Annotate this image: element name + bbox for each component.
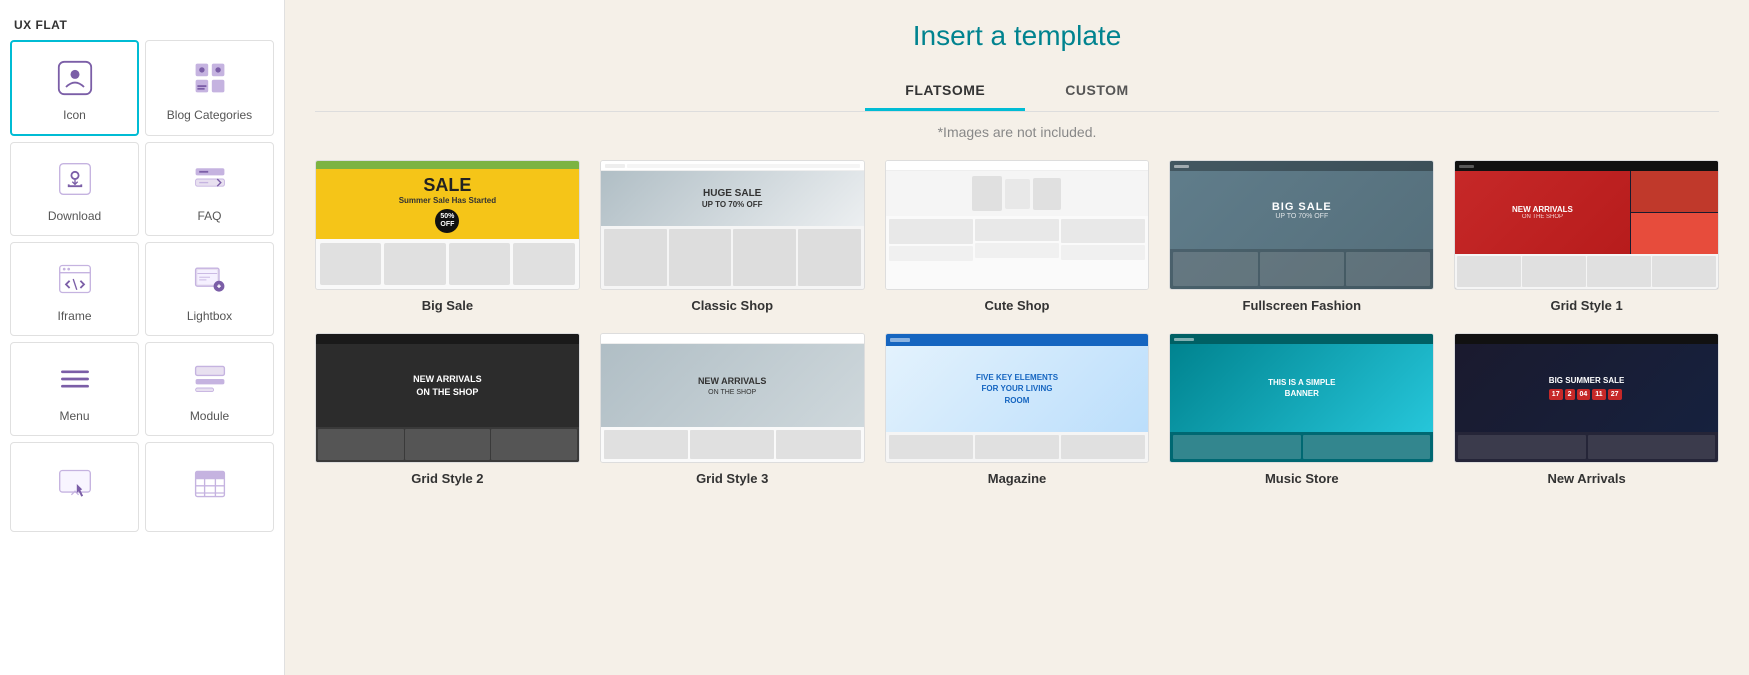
sidebar-item-lightbox-label: Lightbox [187, 309, 232, 323]
faq-icon [186, 155, 234, 203]
template-big-sale-name: Big Sale [315, 298, 580, 313]
sidebar-item-faq-label: FAQ [197, 209, 221, 223]
download-icon [51, 155, 99, 203]
template-music-store[interactable]: THIS IS A SIMPLEBANNER Music Store [1169, 333, 1434, 486]
template-classic-shop[interactable]: HUGE SALEUP TO 70% OFF Classic Shop [600, 160, 865, 313]
sidebar-item-module[interactable]: Module [145, 342, 274, 436]
template-new-arrivals-name: New Arrivals [1454, 471, 1719, 486]
blog-categories-icon [186, 54, 234, 102]
sidebar-item-download[interactable]: Download [10, 142, 139, 236]
template-fullscreen-fashion[interactable]: BIG SALE UP TO 70% OFF Fullscreen Fashio… [1169, 160, 1434, 313]
module-icon [186, 355, 234, 403]
sidebar-item-menu-label: Menu [59, 409, 89, 423]
template-fullscreen-fashion-thumb: BIG SALE UP TO 70% OFF [1169, 160, 1434, 290]
sidebar-title: UX FLAT [10, 10, 274, 40]
sidebar-item-icon-label: Icon [63, 108, 86, 122]
template-music-store-name: Music Store [1169, 471, 1434, 486]
template-cute-shop[interactable]: Cute Shop [885, 160, 1150, 313]
template-magazine[interactable]: FIVE KEY ELEMENTSFOR YOUR LIVINGROOM Mag… [885, 333, 1150, 486]
templates-grid-row1: SALE Summer Sale Has Started 50%OFF Big … [315, 160, 1719, 313]
template-grid-style-2-thumb: NEW ARRIVALSON THE SHOP [315, 333, 580, 463]
template-grid-style-1-name: Grid Style 1 [1454, 298, 1719, 313]
sidebar-item-download-label: Download [48, 209, 101, 223]
template-grid-style-2[interactable]: NEW ARRIVALSON THE SHOP Grid Style 2 [315, 333, 580, 486]
sidebar-item-lightbox[interactable]: Lightbox [145, 242, 274, 336]
templates-grid-row2: NEW ARRIVALSON THE SHOP Grid Style 2 [315, 333, 1719, 486]
template-cute-shop-thumb [885, 160, 1150, 290]
template-cute-shop-name: Cute Shop [885, 298, 1150, 313]
template-big-sale-thumb: SALE Summer Sale Has Started 50%OFF [315, 160, 580, 290]
table-icon [186, 460, 234, 508]
template-grid-style-3[interactable]: NEW ARRIVALSON THE SHOP Grid Style 3 [600, 333, 865, 486]
sidebar-item-blog-categories[interactable]: Blog Categories [145, 40, 274, 136]
sidebar-item-blog-categories-label: Blog Categories [167, 108, 252, 122]
template-new-arrivals-thumb: BIG SUMMER SALE 17 2 04 11 27 [1454, 333, 1719, 463]
subtitle: *Images are not included. [315, 124, 1719, 140]
sidebar-item-table[interactable] [145, 442, 274, 532]
template-classic-shop-name: Classic Shop [600, 298, 865, 313]
template-big-sale[interactable]: SALE Summer Sale Has Started 50%OFF Big … [315, 160, 580, 313]
template-magazine-thumb: FIVE KEY ELEMENTSFOR YOUR LIVINGROOM [885, 333, 1150, 463]
sidebar-item-module-label: Module [190, 409, 229, 423]
template-grid-style-3-thumb: NEW ARRIVALSON THE SHOP [600, 333, 865, 463]
tab-custom[interactable]: CUSTOM [1025, 72, 1168, 111]
main-content: Insert a template FLATSOME CUSTOM *Image… [285, 0, 1749, 675]
template-new-arrivals[interactable]: BIG SUMMER SALE 17 2 04 11 27 [1454, 333, 1719, 486]
sidebar-item-cursor[interactable] [10, 442, 139, 532]
template-classic-shop-thumb: HUGE SALEUP TO 70% OFF [600, 160, 865, 290]
sidebar-item-icon[interactable]: Icon [10, 40, 139, 136]
tabs: FLATSOME CUSTOM [315, 72, 1719, 112]
sidebar-item-faq[interactable]: FAQ [145, 142, 274, 236]
iframe-icon [51, 255, 99, 303]
template-fullscreen-fashion-name: Fullscreen Fashion [1169, 298, 1434, 313]
sidebar-grid: Icon Blog Categories [10, 40, 274, 532]
sidebar-item-iframe[interactable]: Iframe [10, 242, 139, 336]
tab-flatsome[interactable]: FLATSOME [865, 72, 1025, 111]
template-music-store-thumb: THIS IS A SIMPLEBANNER [1169, 333, 1434, 463]
template-grid-style-1-thumb: NEW ARRIVALS ON THE SHOP [1454, 160, 1719, 290]
menu-icon [51, 355, 99, 403]
page-title: Insert a template [315, 20, 1719, 52]
cursor-icon [51, 460, 99, 508]
template-grid-style-2-name: Grid Style 2 [315, 471, 580, 486]
lightbox-icon [186, 255, 234, 303]
template-grid-style-3-name: Grid Style 3 [600, 471, 865, 486]
icon-icon [51, 54, 99, 102]
template-magazine-name: Magazine [885, 471, 1150, 486]
sidebar-item-iframe-label: Iframe [57, 309, 91, 323]
sidebar: UX FLAT Icon [0, 0, 285, 675]
sidebar-item-menu[interactable]: Menu [10, 342, 139, 436]
template-grid-style-1[interactable]: NEW ARRIVALS ON THE SHOP [1454, 160, 1719, 313]
